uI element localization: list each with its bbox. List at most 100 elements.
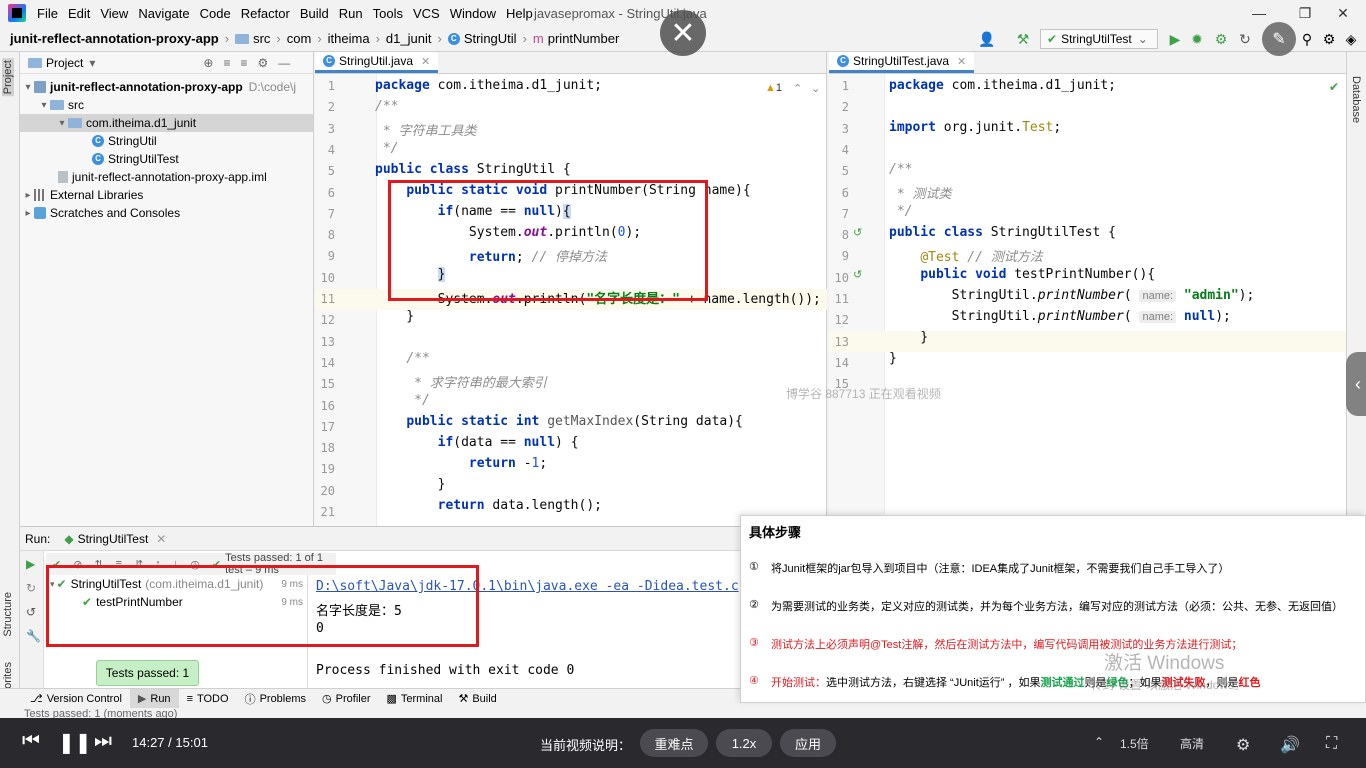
quality-option[interactable]: 高清: [1180, 735, 1204, 752]
tree-item-iml[interactable]: junit-reflect-annotation-proxy-app.iml: [20, 168, 313, 186]
rerun-failed-icon[interactable]: ↻: [26, 581, 36, 595]
tool-tab-project[interactable]: Project: [2, 58, 14, 97]
menu-help[interactable]: Help: [501, 6, 538, 21]
run-side-toolbar: ▶ ↻ ↺ 🔧: [20, 551, 44, 689]
editor-stringutiltest[interactable]: C StringUtilTest.java ✕ 1 2 3 4 5 6 7 8 9 10 11 12 1…: [829, 52, 1346, 526]
playback-time: 14:27 / 15:01: [132, 735, 208, 750]
menu-edit[interactable]: Edit: [63, 6, 95, 21]
close-tab-icon[interactable]: ✕: [957, 55, 966, 68]
tree-item-scratches[interactable]: ▸ Scratches and Consoles: [20, 204, 313, 222]
tree-item-package[interactable]: ▾ com.itheima.d1_junit: [20, 114, 313, 132]
volume-icon[interactable]: 🔊: [1280, 735, 1300, 755]
tree-item-stringutil[interactable]: C StringUtil: [20, 132, 313, 150]
chevron-right-icon[interactable]: ▸: [22, 190, 34, 201]
menu-build[interactable]: Build: [295, 6, 334, 21]
run-test-icon[interactable]: ↺: [853, 226, 862, 239]
jetbrains-icon[interactable]: ◈: [1342, 30, 1360, 48]
breadcrumb-com[interactable]: com: [283, 31, 316, 46]
tree-item-stringutiltest[interactable]: C StringUtilTest: [20, 150, 313, 168]
search-icon[interactable]: ⚲: [1298, 30, 1316, 48]
settings-icon[interactable]: ⚙: [1236, 735, 1250, 755]
chevron-right-icon[interactable]: ▸: [22, 208, 34, 219]
profile-icon[interactable]: ↻: [1236, 30, 1254, 48]
tab-stringutiltest-java[interactable]: C StringUtilTest.java ✕: [829, 52, 975, 73]
tool-tab-database[interactable]: Database: [1350, 76, 1362, 123]
toggle-auto-test-icon[interactable]: ↺: [26, 605, 36, 619]
tool-tab-todo[interactable]: ≡ TODO: [179, 693, 237, 705]
rerun-icon[interactable]: ▶: [26, 557, 35, 571]
tool-tab-version-control[interactable]: ⎇ Version Control: [0, 692, 130, 706]
tool-tab-run[interactable]: ▶ Run: [129, 688, 179, 709]
tab-stringutil-java[interactable]: C StringUtil.java ✕: [315, 52, 439, 73]
tool-tab-structure[interactable]: Structure: [2, 592, 14, 637]
tool-tab-build[interactable]: ⚒ Build: [450, 692, 504, 706]
chevron-up-icon[interactable]: ⌃: [793, 82, 802, 95]
class-icon: C: [92, 153, 104, 165]
line-number: 5: [841, 164, 849, 179]
menu-window[interactable]: Window: [445, 6, 501, 21]
chevron-up-icon[interactable]: ⌃: [1094, 735, 1104, 749]
menu-navigate[interactable]: Navigate: [133, 6, 194, 21]
breadcrumb-src[interactable]: src: [231, 31, 274, 46]
menu-run[interactable]: Run: [334, 6, 368, 21]
chevron-down-icon[interactable]: ▾: [89, 56, 95, 70]
warning-icon[interactable]: ▲1: [765, 82, 782, 94]
gear-icon[interactable]: ⚙: [257, 56, 268, 70]
expand-all-icon[interactable]: ≡: [240, 56, 247, 70]
tool-tab-terminal[interactable]: ▩ Terminal: [378, 692, 450, 706]
wrench-icon[interactable]: 🔧: [26, 629, 41, 643]
menu-tools[interactable]: Tools: [368, 6, 408, 21]
debug-icon[interactable]: ✹: [1188, 30, 1206, 48]
breadcrumb-printnumber[interactable]: m printNumber: [529, 31, 623, 46]
next-icon[interactable]: ⏭: [94, 730, 112, 753]
breadcrumb-d1-junit[interactable]: d1_junit: [382, 31, 436, 46]
breadcrumb-project[interactable]: junit-reflect-annotation-proxy-app: [0, 31, 223, 46]
target-icon[interactable]: ⊕: [203, 56, 213, 70]
pause-icon[interactable]: ❚❚: [58, 730, 92, 755]
tool-tab-problems[interactable]: ⓘ Problems: [237, 691, 314, 707]
close-tab-icon[interactable]: ✕: [156, 532, 166, 546]
run-test-icon[interactable]: ↺: [853, 268, 862, 281]
breadcrumb-stringutil[interactable]: C StringUtil: [444, 31, 521, 46]
speed-option[interactable]: 1.5倍: [1120, 735, 1149, 752]
menu-file[interactable]: File: [32, 6, 63, 21]
code-area[interactable]: 1 2 3 4 5 6 7 8 9 10 11 12 13 14 15 ✔ ↺ ↺ package com.…: [829, 74, 1346, 526]
chevron-down-icon[interactable]: ▾: [22, 82, 34, 93]
tree-item-root[interactable]: ▾ junit-reflect-annotation-proxy-app D:\c…: [20, 78, 313, 96]
hammer-icon[interactable]: ⚒: [1014, 30, 1032, 48]
gear-icon[interactable]: ⚙: [1320, 30, 1338, 48]
user-icon[interactable]: 👤: [978, 30, 996, 48]
line-number: 9: [327, 249, 335, 264]
menu-refactor[interactable]: Refactor: [236, 6, 295, 21]
coverage-icon[interactable]: ⚙: [1212, 30, 1230, 48]
run-tab-stringutiltest[interactable]: StringUtilTest: [78, 532, 149, 546]
line-number: 13: [320, 334, 335, 349]
breadcrumb-itheima[interactable]: itheima: [324, 31, 374, 46]
chevron-down-icon[interactable]: ▾: [38, 100, 50, 111]
run-icon[interactable]: ▶: [1166, 30, 1184, 48]
menu-code[interactable]: Code: [195, 6, 236, 21]
key-point-badge[interactable]: 重难点: [640, 729, 708, 757]
chevron-down-icon[interactable]: ⌄: [811, 82, 820, 95]
tree-item-external-libraries[interactable]: ▸ External Libraries: [20, 186, 313, 204]
steps-panel: 具体步骤 ① 将Junit框架的jar包导入到项目中（注意：IDEA集成了Juni…: [740, 515, 1366, 703]
previous-icon[interactable]: ⏮: [22, 730, 40, 753]
fullscreen-icon[interactable]: ⛶: [1326, 735, 1337, 753]
close-tab-icon[interactable]: ✕: [421, 55, 430, 68]
side-collapse-tab[interactable]: ‹: [1346, 352, 1366, 416]
tree-item-src[interactable]: ▾ src: [20, 96, 313, 114]
apply-button[interactable]: 应用: [780, 729, 836, 757]
close-window-icon[interactable]: ✕: [1320, 0, 1366, 26]
hide-icon[interactable]: —: [278, 56, 290, 70]
tool-tab-profiler[interactable]: ◷ Profiler: [314, 692, 378, 706]
close-overlay-icon[interactable]: ✕: [660, 10, 706, 56]
speed-badge[interactable]: 1.2x: [716, 729, 772, 757]
run-configuration-select[interactable]: ✔ StringUtilTest ⌄: [1040, 29, 1158, 49]
source-folder-icon: [50, 100, 64, 110]
edit-note-icon[interactable]: ✎: [1262, 22, 1296, 56]
line-number: 16: [320, 398, 335, 413]
menu-vcs[interactable]: VCS: [408, 6, 445, 21]
collapse-all-icon[interactable]: ≡: [223, 56, 230, 70]
chevron-down-icon[interactable]: ▾: [56, 118, 68, 129]
menu-view[interactable]: View: [95, 6, 133, 21]
